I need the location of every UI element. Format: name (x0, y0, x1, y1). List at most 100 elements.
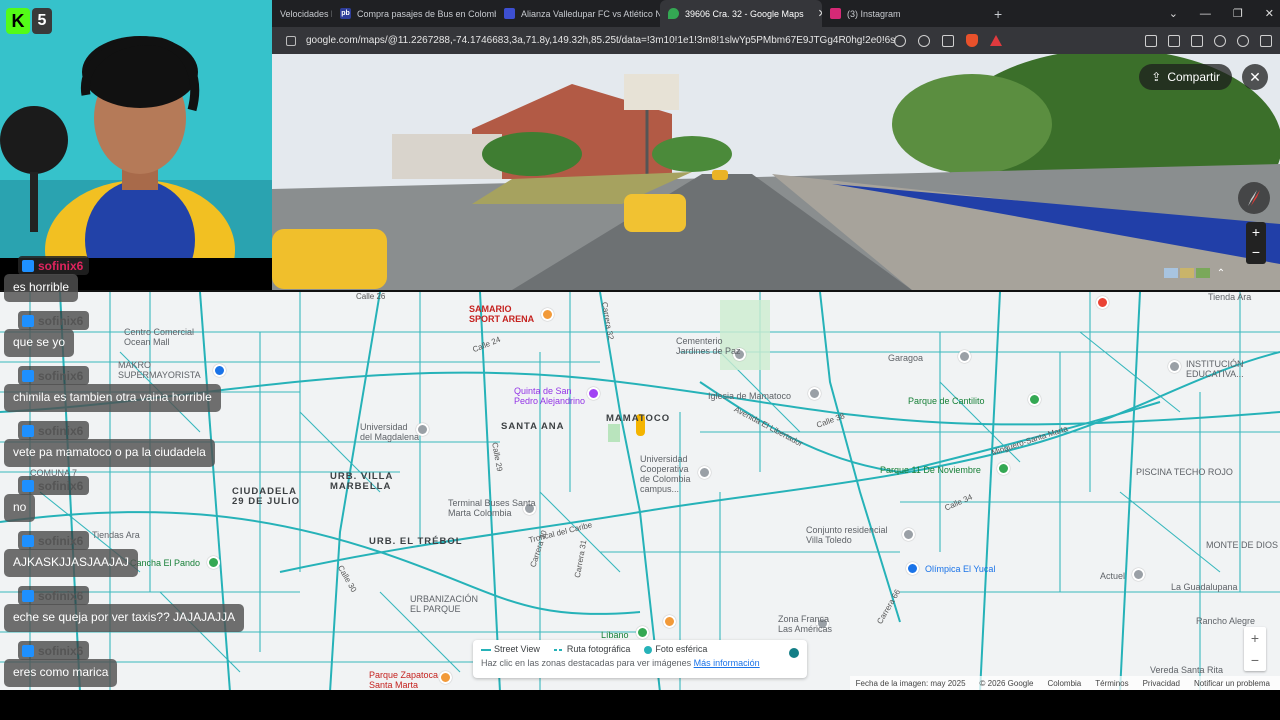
share-button[interactable]: ⇪ Compartir (1139, 64, 1232, 90)
gray-place-pin[interactable] (958, 350, 971, 363)
map-label[interactable]: URBANIZACIÓN EL PARQUE (410, 594, 478, 614)
tab-velocidades[interactable]: Velocidades M (272, 0, 332, 27)
map-label[interactable]: Parque 11 De Noviembre (880, 465, 981, 475)
zoom-icon[interactable] (918, 34, 930, 47)
thumbnail[interactable] (1196, 268, 1210, 278)
brave-shield-icon[interactable] (966, 34, 978, 47)
brave-rewards-icon[interactable] (990, 35, 1002, 46)
thumbnail[interactable] (1164, 268, 1178, 278)
map-label[interactable]: Terminal Buses Santa Marta Colombia (448, 498, 536, 518)
map-label[interactable]: MONTE DE DIOS (1206, 540, 1278, 550)
url-field[interactable]: google.com/maps/@11.2267288,-74.1746683,… (286, 35, 896, 46)
orange-place-pin[interactable] (663, 615, 676, 628)
green-park-pin[interactable] (207, 556, 220, 569)
expand-icon[interactable]: ⌃ (1212, 268, 1230, 280)
country-link[interactable]: Colombia (1047, 679, 1081, 688)
map-label[interactable]: Zona Franca Las Américas (778, 614, 832, 634)
map-label[interactable]: Olímpica El Yucal (925, 564, 995, 574)
privacy-link[interactable]: Privacidad (1143, 679, 1180, 688)
gray-place-pin[interactable] (1132, 568, 1145, 581)
map-label[interactable]: Garagoa (888, 353, 923, 363)
legend-ruta: Ruta fotográfica (553, 644, 630, 654)
map-label[interactable]: MAMATOCO (606, 414, 670, 424)
map-zoom-out-button[interactable]: − (1244, 649, 1266, 671)
terms-link[interactable]: Términos (1095, 679, 1128, 688)
purple-place-pin[interactable] (587, 387, 600, 400)
tab-instagram[interactable]: (3) Instagram (822, 0, 984, 27)
new-tab-button[interactable]: + (994, 6, 1002, 22)
extensions-icon[interactable] (1145, 34, 1157, 47)
vpn-icon[interactable] (1237, 34, 1249, 47)
map-label[interactable]: SAMARIO SPORT ARENA (469, 304, 534, 324)
map-label[interactable]: Centro Comercial Ocean Mall (124, 327, 194, 347)
green-park-pin[interactable] (1028, 393, 1041, 406)
address-bar: google.com/maps/@11.2267288,-74.1746683,… (272, 27, 1280, 54)
map-label[interactable]: Líbano (601, 630, 629, 640)
gray-place-pin[interactable] (902, 528, 915, 541)
map-label[interactable]: Actuel (1100, 571, 1125, 581)
map-label[interactable]: Tiendas Ara (92, 530, 140, 540)
map-label[interactable]: Universidad del Magdalena (360, 422, 419, 442)
map-label[interactable]: INSTITUCIÓN EDUCATIVA... (1186, 359, 1244, 379)
more-info-link[interactable]: Más información (694, 658, 760, 668)
map-label[interactable]: PISCINA TECHO ROJO (1136, 467, 1233, 477)
report-link[interactable]: Notificar un problema (1194, 679, 1270, 688)
site-info-icon[interactable] (286, 35, 296, 46)
map-label[interactable]: Conjunto residencial Villa Toledo (806, 525, 888, 545)
kick-badge-icon (22, 534, 34, 547)
green-park-pin[interactable] (636, 626, 649, 639)
orange-place-pin[interactable] (439, 671, 452, 684)
copyright: © 2026 Google (979, 678, 1034, 688)
map-label[interactable]: URB. EL TRÉBOL (369, 537, 463, 547)
map-label[interactable]: Universidad Cooperativa de Colombia camp… (640, 454, 691, 494)
map-label[interactable]: Cementerio Jardines de Paz (676, 336, 741, 356)
tab-alianza[interactable]: Alianza Valledupar FC vs Atlético Nac (496, 0, 660, 27)
cast-icon[interactable] (942, 34, 954, 47)
window-controls: ⌄ — ❐ ✕ (1169, 0, 1274, 27)
map-zoom-in-button[interactable]: + (1244, 627, 1266, 649)
map-label[interactable]: Vereda Santa Rita (1150, 665, 1223, 675)
red-place-pin[interactable] (1096, 296, 1109, 309)
minimize-button[interactable]: — (1200, 8, 1211, 20)
menu-icon[interactable] (1260, 34, 1272, 47)
imagery-thumbnails[interactable]: ⌃ (1164, 268, 1230, 280)
green-park-pin[interactable] (997, 462, 1010, 475)
leo-icon[interactable] (1214, 34, 1226, 47)
map-label[interactable]: CIUDADELA 29 DE JULIO (232, 487, 300, 507)
location-icon[interactable] (894, 34, 906, 47)
map-label[interactable]: La Guadalupana (1171, 582, 1238, 592)
map-label[interactable]: SANTA ANA (501, 422, 565, 432)
zoom-in-button[interactable]: + (1246, 222, 1266, 242)
orange-place-pin[interactable] (541, 308, 554, 321)
tab-pasajes[interactable]: pb Compra pasajes de Bus en Colombia (332, 0, 496, 27)
close-window-button[interactable]: ✕ (1265, 7, 1274, 20)
map-label[interactable]: Tienda Ara (1208, 292, 1251, 302)
compass-icon[interactable] (1238, 182, 1270, 214)
tab-label: Alianza Valledupar FC vs Atlético Nac (521, 8, 660, 19)
zoom-out-button[interactable]: − (1246, 242, 1266, 262)
thumbnail[interactable] (1180, 268, 1194, 278)
sidebar-icon[interactable] (1168, 34, 1180, 47)
map-label[interactable]: Rancho Alegre (1196, 616, 1255, 626)
blue-shopping-pin[interactable] (906, 562, 919, 575)
street-view-panorama[interactable]: ⇪ Compartir ✕ + − ⌃ (272, 54, 1280, 290)
close-streetview-button[interactable]: ✕ (1242, 64, 1268, 90)
gray-place-pin[interactable] (808, 387, 821, 400)
map-label[interactable]: URB. VILLA MARBELLA (330, 472, 393, 492)
map-label[interactable]: Parque Zapatoca Santa Marta (369, 670, 438, 690)
maximize-button[interactable]: ❐ (1233, 7, 1243, 20)
layer-toggle[interactable] (789, 648, 799, 658)
map-label[interactable]: Parque de Cantilito (908, 396, 985, 406)
gray-place-pin[interactable] (1168, 360, 1181, 373)
street-view-image (272, 54, 1280, 290)
kick-badge-icon (22, 424, 34, 437)
map-label[interactable]: MAKRO SUPERMAYORISTA (118, 360, 201, 380)
tab-search-icon[interactable]: ⌄ (1169, 7, 1178, 20)
map-label[interactable]: Cancha El Pando (130, 558, 200, 568)
map-label[interactable]: Quinta de San Pedro Alejandrino (514, 386, 585, 406)
gray-place-pin[interactable] (698, 466, 711, 479)
wallet-icon[interactable] (1191, 34, 1203, 47)
map-label[interactable]: Iglesia de Mamatoco (708, 391, 791, 401)
blue-shopping-pin[interactable] (213, 364, 226, 377)
tab-google-maps[interactable]: 39606 Cra. 32 - Google Maps ✕ (660, 0, 822, 27)
